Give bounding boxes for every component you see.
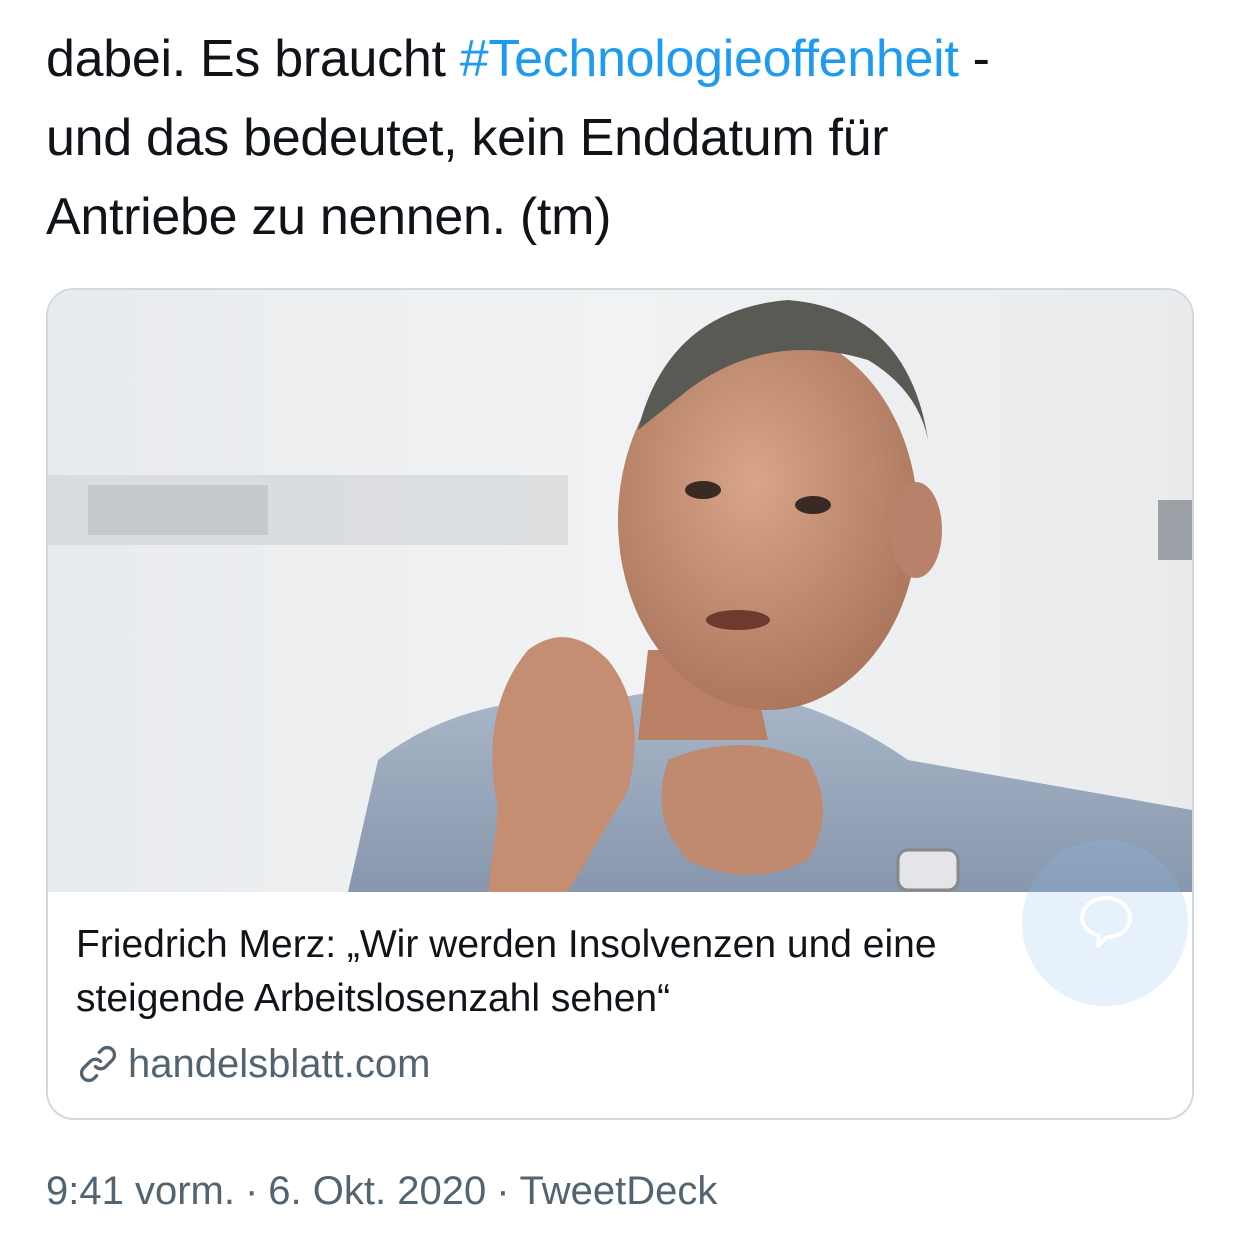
card-source: handelsblatt.com bbox=[76, 1038, 1166, 1090]
tweet-text-line-3: Antriebe zu nennen. (tm) bbox=[46, 188, 612, 246]
chat-bubble-icon bbox=[1080, 896, 1132, 948]
link-icon bbox=[79, 1045, 117, 1083]
card-title: Friedrich Merz: „Wir werden Insolvenzen … bbox=[76, 918, 1166, 1026]
floating-reply-button[interactable] bbox=[1022, 840, 1188, 1006]
card-body[interactable]: Friedrich Merz: „Wir werden Insolvenzen … bbox=[76, 918, 1166, 1090]
hashtag-link[interactable]: #Technologieoffenheit bbox=[460, 30, 959, 88]
separator: · bbox=[244, 1169, 259, 1213]
link-preview-card[interactable]: Friedrich Merz: „Wir werden Insolvenzen … bbox=[46, 288, 1194, 1120]
tweet-meta: 9:41 vorm. · 6. Okt. 2020 · TweetDeck bbox=[46, 1163, 717, 1219]
separator: · bbox=[496, 1169, 510, 1213]
tweet-time[interactable]: 9:41 vorm. bbox=[46, 1169, 235, 1213]
tweet-text-line-1-suffix: - bbox=[958, 30, 990, 88]
tweet-text-line-1: dabei. Es braucht #Technologieoffenheit … bbox=[46, 20, 1206, 99]
card-source-domain: handelsblatt.com bbox=[128, 1042, 431, 1086]
tweet-date[interactable]: 6. Okt. 2020 bbox=[268, 1169, 486, 1213]
tweet-text: dabei. Es braucht #Technologieoffenheit … bbox=[46, 20, 1206, 257]
tweet-text-line-2: und das bedeutet, kein Enddatum für bbox=[46, 109, 889, 167]
card-title-line-2: steigende Arbeitslosenzahl sehen“ bbox=[76, 977, 671, 1020]
tweet-client[interactable]: TweetDeck bbox=[520, 1169, 718, 1213]
card-title-line-1: Friedrich Merz: „Wir werden Insolvenzen … bbox=[76, 923, 937, 966]
card-image[interactable] bbox=[48, 290, 1192, 892]
photo-of-speaking-man bbox=[48, 290, 1192, 892]
tweet-text-line-1-prefix: dabei. Es braucht bbox=[46, 30, 460, 88]
